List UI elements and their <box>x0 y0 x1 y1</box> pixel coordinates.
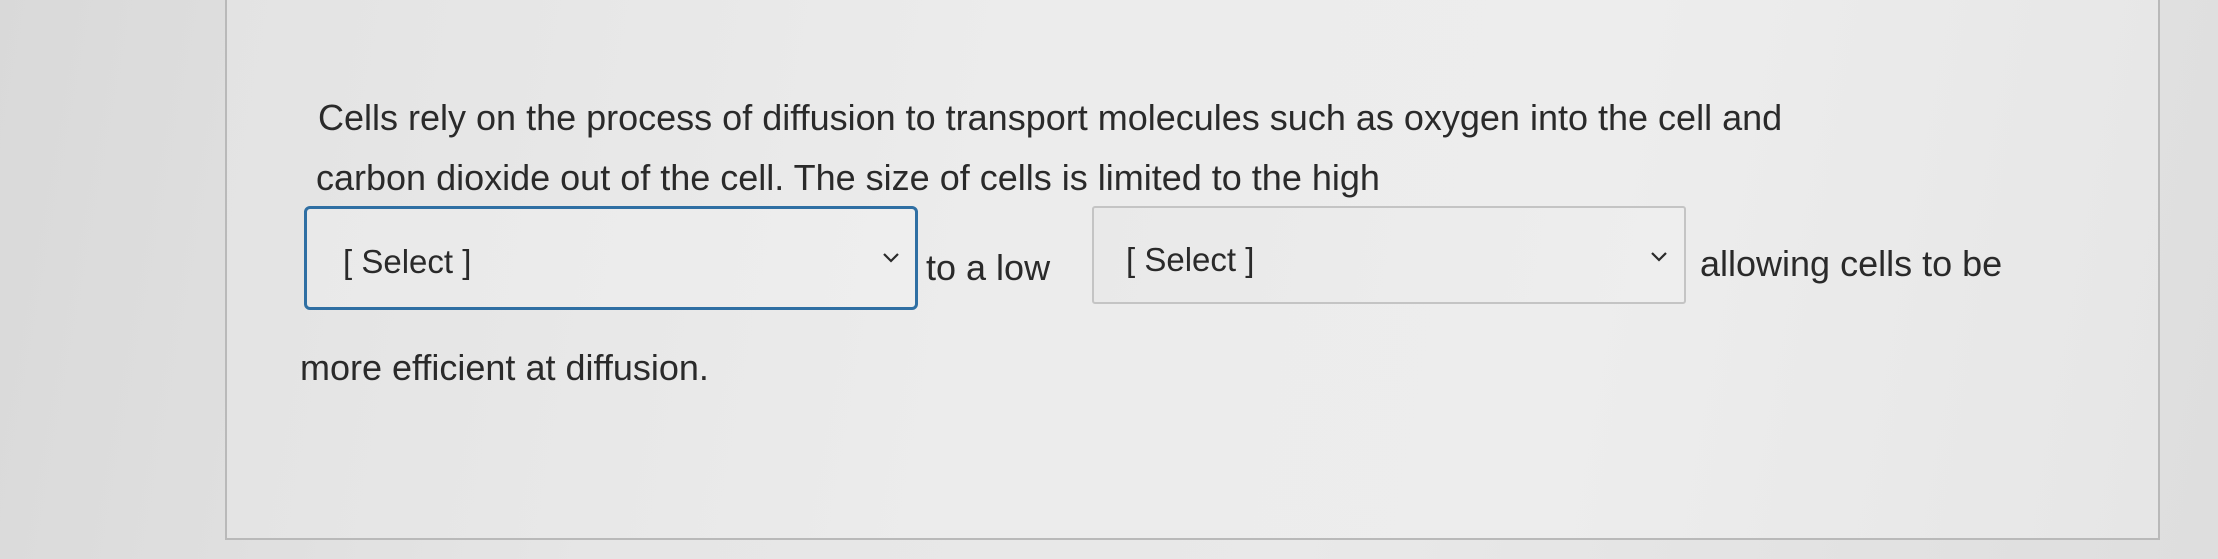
dropdown-1-selected-value: [ Select ] <box>343 243 472 280</box>
question-text-line-2: carbon dioxide out of the cell. The size… <box>316 157 1380 198</box>
dropdown-blank-2[interactable]: [ Select ] <box>1092 206 1686 304</box>
chevron-down-icon <box>883 253 899 263</box>
question-text-line-1: Cells rely on the process of diffusion t… <box>318 97 1783 138</box>
question-text-line-4: more efficient at diffusion. <box>300 347 709 388</box>
dropdown-blank-1[interactable]: [ Select ] <box>304 206 918 310</box>
chevron-down-icon <box>1651 252 1667 262</box>
text-after-dropdown-2: allowing cells to be <box>1700 243 2003 284</box>
dropdown-2-selected-value: [ Select ] <box>1126 241 1255 278</box>
text-between-dropdowns: to a low <box>926 247 1051 288</box>
